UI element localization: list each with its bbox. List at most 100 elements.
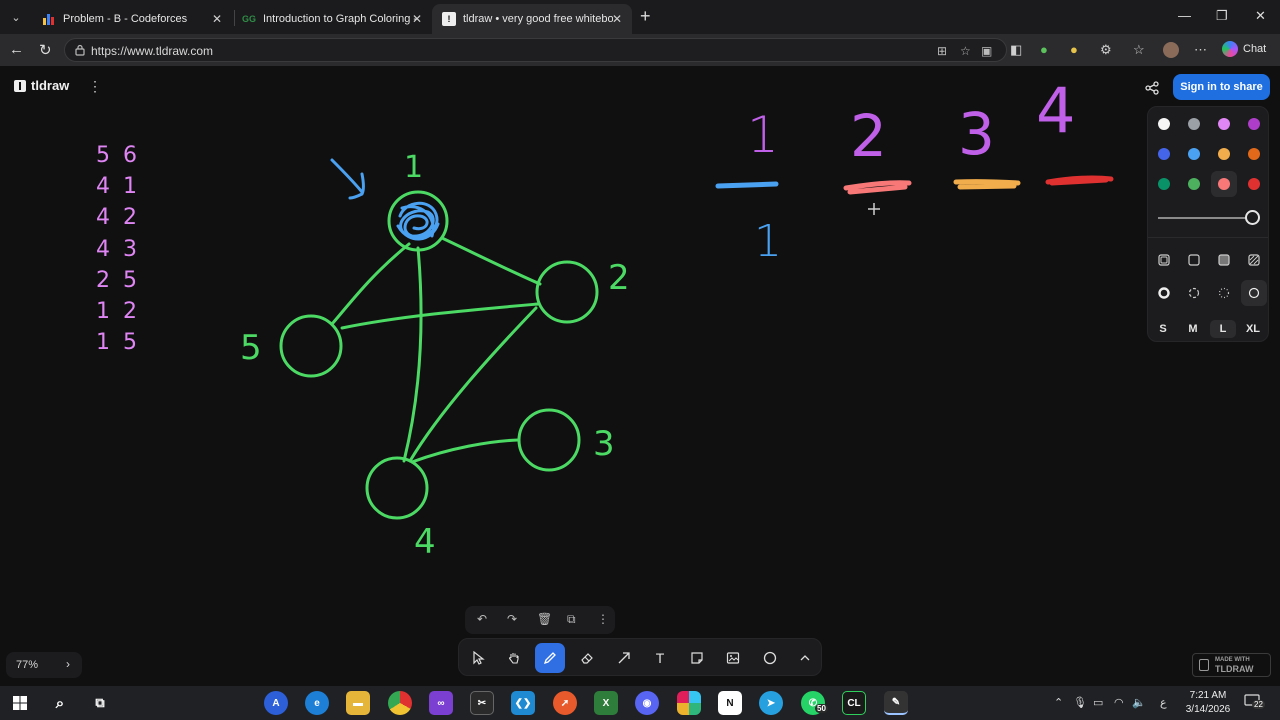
visual-studio-icon[interactable]: ∞ <box>429 691 453 715</box>
volume-icon[interactable]: 🔈 <box>1132 696 1146 709</box>
undo-icon[interactable]: ↶ <box>477 612 487 626</box>
fill-solid-icon[interactable] <box>1218 254 1230 266</box>
battery-icon[interactable]: ▭ <box>1093 696 1103 709</box>
refresh-icon[interactable]: ↻ <box>39 41 52 59</box>
color-green[interactable] <box>1158 178 1170 190</box>
color-red[interactable] <box>1248 178 1260 190</box>
sign-in-to-share-button[interactable]: Sign in to share <box>1173 74 1270 100</box>
back-icon[interactable]: ← <box>9 41 24 58</box>
hand-tool-icon[interactable] <box>499 643 529 673</box>
maximize-icon[interactable]: ❐ <box>1216 8 1228 24</box>
dash-solid-icon[interactable] <box>1248 287 1260 299</box>
text-tool-icon[interactable]: T <box>645 643 675 673</box>
postman-icon[interactable]: ➚ <box>553 691 577 715</box>
note-tool-icon[interactable] <box>682 643 712 673</box>
draw-tool-icon[interactable] <box>535 643 565 673</box>
windows-start-icon[interactable] <box>8 691 32 715</box>
made-with-tldraw-badge[interactable]: MADE WITH TLDRAW <box>1192 653 1271 677</box>
more-actions-icon[interactable]: ⋮ <box>597 612 609 626</box>
asset-tool-icon[interactable] <box>718 643 748 673</box>
select-tool-icon[interactable] <box>463 643 493 673</box>
color-light-red[interactable] <box>1218 178 1230 190</box>
main-menu-icon[interactable]: ⋮ <box>88 78 102 95</box>
file-explorer-icon[interactable]: ▬ <box>346 691 370 715</box>
vscode-icon[interactable]: ❮❯ <box>511 691 535 715</box>
tab-tldraw[interactable]: ! tldraw • very good free whiteboard ✕ <box>432 4 632 34</box>
notification-center-icon[interactable]: 22 <box>1244 694 1265 710</box>
color-violet[interactable] <box>1248 118 1260 130</box>
dash-dotted-icon[interactable] <box>1218 287 1230 299</box>
discord-icon[interactable]: ◉ <box>635 691 659 715</box>
tldraw-logo[interactable]: tldraw <box>14 78 69 93</box>
close-tab-icon[interactable]: ✕ <box>612 12 622 26</box>
color-grey[interactable] <box>1188 118 1200 130</box>
fill-semi-icon[interactable] <box>1188 254 1200 266</box>
notion-icon[interactable]: N <box>718 691 742 715</box>
redo-icon[interactable]: ↷ <box>507 612 517 626</box>
tab-actions-menu-icon[interactable]: ⌄ <box>4 5 28 29</box>
app-store-icon[interactable]: A <box>264 691 288 715</box>
slack-icon[interactable] <box>677 691 701 715</box>
show-hidden-icons-chevron-icon[interactable]: ⌃ <box>1054 696 1063 709</box>
size-s-button[interactable]: S <box>1150 320 1176 338</box>
share-icon[interactable] <box>1144 80 1160 96</box>
telegram-icon[interactable]: ➤ <box>759 691 783 715</box>
search-icon[interactable]: ⌕ <box>48 691 72 715</box>
split-screen-icon[interactable]: ◧ <box>1010 42 1022 58</box>
size-m-button[interactable]: M <box>1180 320 1206 338</box>
color-blue[interactable] <box>1158 148 1170 160</box>
fill-pattern-icon[interactable] <box>1248 254 1260 266</box>
extension-green-icon[interactable]: ● <box>1040 42 1048 57</box>
more-tools-chevron-icon[interactable] <box>790 643 820 673</box>
whatsapp-icon[interactable]: ✆ 50 <box>801 691 828 715</box>
profile-avatar[interactable] <box>1163 42 1179 58</box>
close-tab-icon[interactable]: ✕ <box>412 12 422 26</box>
size-l-button[interactable]: L <box>1210 320 1236 338</box>
clion-icon[interactable]: CL <box>842 691 866 715</box>
new-tab-icon[interactable]: + <box>640 6 651 27</box>
color-light-violet[interactable] <box>1218 118 1230 130</box>
color-orange[interactable] <box>1248 148 1260 160</box>
close-window-icon[interactable]: ✕ <box>1255 8 1266 24</box>
zoom-menu[interactable]: 77% › <box>6 652 82 678</box>
tab-codeforces[interactable]: Problem - B - Codeforces ✕ <box>32 4 232 34</box>
extensions-icon[interactable]: ⚙ <box>1100 42 1112 58</box>
color-light-green[interactable] <box>1188 178 1200 190</box>
eraser-tool-icon[interactable] <box>572 643 602 673</box>
arrow-tool-icon[interactable] <box>609 643 639 673</box>
color-white[interactable] <box>1158 118 1170 130</box>
keyboard-language[interactable]: ع <box>1160 696 1167 709</box>
snipping-tool-icon[interactable]: ✎ <box>884 691 908 715</box>
microphone-icon[interactable]: 🎙 <box>1073 696 1087 709</box>
favorites-icon[interactable]: ☆ <box>1133 42 1145 58</box>
system-clock[interactable]: 7:21 AM 3/14/2026 <box>1185 689 1231 717</box>
more-options-icon[interactable]: ⋯ <box>1194 42 1207 58</box>
minimize-icon[interactable]: — <box>1178 8 1191 23</box>
chrome-icon[interactable] <box>388 691 412 715</box>
task-view-icon[interactable]: ⧉ <box>88 691 112 715</box>
color-yellow[interactable] <box>1218 148 1230 160</box>
url-input[interactable]: https://www.tldraw.com ⊞ ☆ ▣ <box>64 38 1007 62</box>
size-xl-button[interactable]: XL <box>1240 320 1266 338</box>
wifi-icon[interactable]: ◠ <box>1114 696 1124 709</box>
excel-icon[interactable]: X <box>594 691 618 715</box>
extension-yellow-icon[interactable]: ● <box>1070 42 1078 57</box>
ellipse-tool-icon[interactable] <box>755 643 785 673</box>
app-available-icon[interactable]: ⊞ <box>937 44 947 58</box>
duplicate-icon[interactable]: ⧉ <box>567 612 576 627</box>
dash-dashed-icon[interactable] <box>1188 287 1200 299</box>
delete-icon[interactable]: 🗑 <box>537 612 552 626</box>
close-tab-icon[interactable]: ✕ <box>212 12 222 26</box>
dash-draw-icon[interactable] <box>1158 287 1170 299</box>
opacity-slider-track[interactable] <box>1158 217 1252 219</box>
capcut-icon[interactable]: ✂ <box>470 691 494 715</box>
opacity-slider-handle[interactable] <box>1245 210 1260 225</box>
tldraw-canvas[interactable]: 5 6 4 1 4 2 4 3 2 5 1 2 1 5 1 2 3 4 5 1 … <box>0 66 1280 686</box>
favorite-star-icon[interactable]: ☆ <box>960 44 971 58</box>
collections-icon[interactable]: ▣ <box>981 44 992 58</box>
fill-none-icon[interactable] <box>1158 254 1170 266</box>
color-light-blue[interactable] <box>1188 148 1200 160</box>
tab-gfg[interactable]: GG Introduction to Graph Coloring - G ✕ <box>232 4 432 34</box>
copilot-chat-button[interactable]: Chat <box>1222 41 1266 57</box>
edge-browser-icon[interactable]: e <box>305 691 329 715</box>
